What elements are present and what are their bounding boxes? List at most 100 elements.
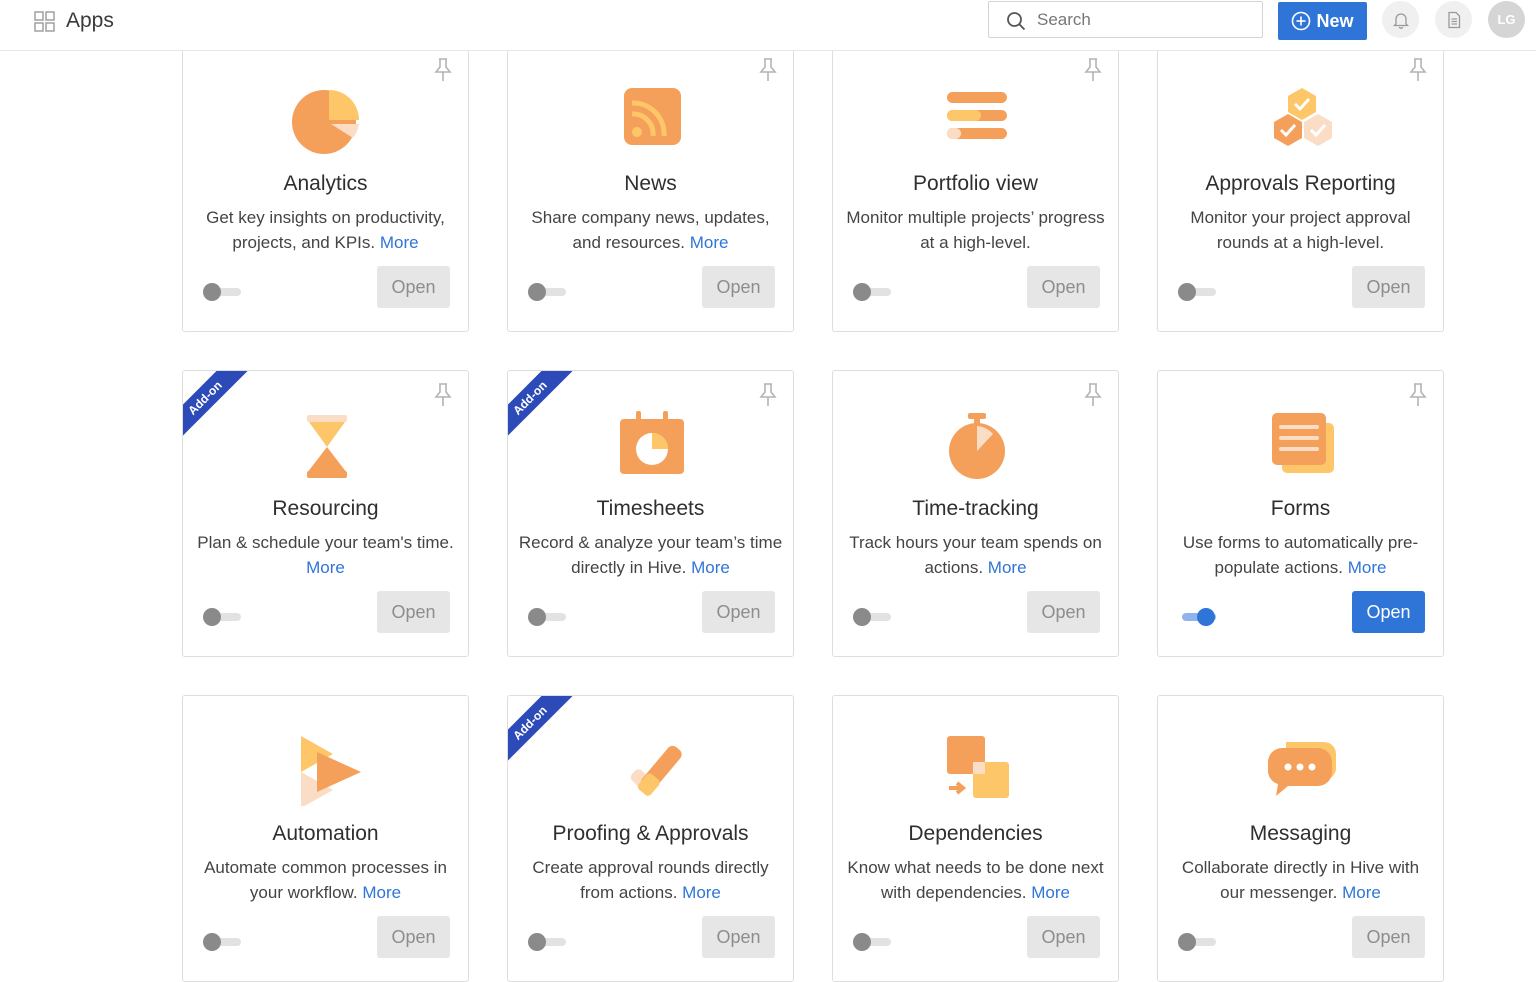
open-button[interactable]: Open <box>702 266 775 308</box>
addon-ribbon: Add-on <box>183 371 259 445</box>
more-link[interactable]: More <box>988 558 1027 577</box>
card-title: Messaging <box>1249 822 1352 845</box>
card-title: Analytics <box>283 172 368 195</box>
apps-grid-icon[interactable] <box>34 11 55 32</box>
pin-icon[interactable] <box>1407 382 1429 408</box>
card-description: Automate common processes in your workfl… <box>204 858 447 902</box>
enable-toggle[interactable] <box>203 282 241 302</box>
app-card-time-tracking: Time-tracking Track hours your team spen… <box>832 370 1119 657</box>
pin-icon[interactable] <box>1082 57 1104 83</box>
pie-chart-icon <box>292 90 359 154</box>
card-title: News <box>624 172 677 195</box>
more-link[interactable]: More <box>691 558 730 577</box>
automation-play-icon <box>301 736 361 806</box>
card-description: Create approval rounds directly from act… <box>532 858 769 902</box>
card-title: Approvals Reporting <box>1205 172 1396 195</box>
pin-icon[interactable] <box>757 382 779 408</box>
card-title: Forms <box>1270 497 1331 520</box>
open-button[interactable]: Open <box>1027 266 1100 308</box>
open-button[interactable]: Open <box>1352 266 1425 308</box>
card-title: Proofing & Approvals <box>552 822 749 845</box>
card-title: Dependencies <box>908 822 1043 845</box>
chat-bubbles-icon <box>1268 742 1336 796</box>
more-link[interactable]: More <box>682 883 721 902</box>
notes-button[interactable] <box>1435 1 1472 38</box>
open-button[interactable]: Open <box>377 591 450 633</box>
card-title: Portfolio view <box>913 172 1038 195</box>
card-description: Collaborate directly in Hive with our me… <box>1181 858 1420 902</box>
more-link[interactable]: More <box>306 558 345 577</box>
app-card-approvals-reporting: Approvals Reporting Monitor your project… <box>1157 45 1444 332</box>
card-description: Monitor multiple projects’ progress at a… <box>846 208 1105 252</box>
pin-icon[interactable] <box>432 382 454 408</box>
enable-toggle[interactable] <box>853 282 891 302</box>
enable-toggle[interactable] <box>1178 282 1216 302</box>
app-card-timesheets: Add-on Timesheets Record & analyze your … <box>507 370 794 657</box>
notifications-button[interactable] <box>1382 1 1419 38</box>
enable-toggle[interactable] <box>528 282 566 302</box>
checkmark-icon <box>630 745 682 796</box>
card-title: Time-tracking <box>912 497 1039 520</box>
more-link[interactable]: More <box>380 233 419 252</box>
open-button[interactable]: Open <box>1027 591 1100 633</box>
new-button-label: New <box>1316 10 1354 31</box>
new-button[interactable]: New <box>1278 2 1367 40</box>
more-link[interactable]: More <box>1342 883 1381 902</box>
app-card-automation: Automation Automate common processes in … <box>182 695 469 982</box>
more-link[interactable]: More <box>1348 558 1387 577</box>
document-icon <box>1447 11 1460 28</box>
card-description: Get key insights on productivity, projec… <box>206 208 445 252</box>
more-link[interactable]: More <box>690 233 729 252</box>
open-button[interactable]: Open <box>1027 916 1100 958</box>
search-input[interactable] <box>1037 9 1247 31</box>
pin-icon[interactable] <box>432 57 454 83</box>
more-link[interactable]: More <box>1031 883 1070 902</box>
pin-icon[interactable] <box>1407 57 1429 83</box>
app-card-resourcing: Add-on Resourcing Plan & schedule your t… <box>182 370 469 657</box>
card-title: Resourcing <box>272 497 379 520</box>
open-button[interactable]: Open <box>377 916 450 958</box>
open-button[interactable]: Open <box>1352 916 1425 958</box>
enable-toggle[interactable] <box>1178 932 1216 952</box>
portfolio-bars-icon <box>947 92 1007 139</box>
card-description: Record & analyze your team’s time direct… <box>518 533 783 577</box>
pin-icon[interactable] <box>1082 382 1104 408</box>
hourglass-icon <box>307 415 347 478</box>
enable-toggle[interactable] <box>203 607 241 627</box>
enable-toggle[interactable] <box>853 932 891 952</box>
card-description: Use forms to automatically pre-populate … <box>1182 533 1419 577</box>
open-button[interactable]: Open <box>702 916 775 958</box>
forms-icon <box>1272 413 1334 473</box>
card-description: Monitor your project approval rounds at … <box>1190 208 1411 252</box>
search-icon <box>1007 12 1026 31</box>
app-card-proofing-approvals: Add-on Proofing & Approvals Create appro… <box>507 695 794 982</box>
addon-ribbon: Add-on <box>508 696 584 770</box>
open-button[interactable]: Open <box>1352 591 1425 633</box>
approval-hexagons-icon <box>1274 88 1332 146</box>
plus-circle-icon <box>1292 11 1311 31</box>
rss-feed-icon <box>624 88 681 145</box>
addon-ribbon: Add-on <box>508 371 584 445</box>
app-card-messaging: Messaging Collaborate directly in Hive w… <box>1157 695 1444 982</box>
card-description: Know what needs to be done next with dep… <box>847 858 1104 902</box>
more-link[interactable]: More <box>362 883 401 902</box>
card-description: Plan & schedule your team's time. More <box>197 533 454 577</box>
app-card-dependencies: Dependencies Know what needs to be done … <box>832 695 1119 982</box>
calendar-clock-icon <box>620 411 684 474</box>
app-card-portfolio-view: Portfolio view Monitor multiple projects… <box>832 45 1119 332</box>
open-button[interactable]: Open <box>702 591 775 633</box>
bell-icon <box>1392 12 1409 29</box>
page-title: Apps <box>66 9 114 32</box>
avatar[interactable]: LG <box>1488 1 1525 38</box>
app-card-forms: Forms Use forms to automatically pre-pop… <box>1157 370 1444 657</box>
enable-toggle[interactable] <box>528 607 566 627</box>
pin-icon[interactable] <box>757 57 779 83</box>
enable-toggle[interactable] <box>203 932 241 952</box>
open-button[interactable]: Open <box>377 266 450 308</box>
enable-toggle[interactable] <box>528 932 566 952</box>
enable-toggle[interactable] <box>1178 607 1216 627</box>
card-description: Track hours your team spends on actions.… <box>849 533 1102 577</box>
enable-toggle[interactable] <box>853 607 891 627</box>
app-card-news: News Share company news, updates, and re… <box>507 45 794 332</box>
search-box[interactable] <box>988 1 1263 38</box>
